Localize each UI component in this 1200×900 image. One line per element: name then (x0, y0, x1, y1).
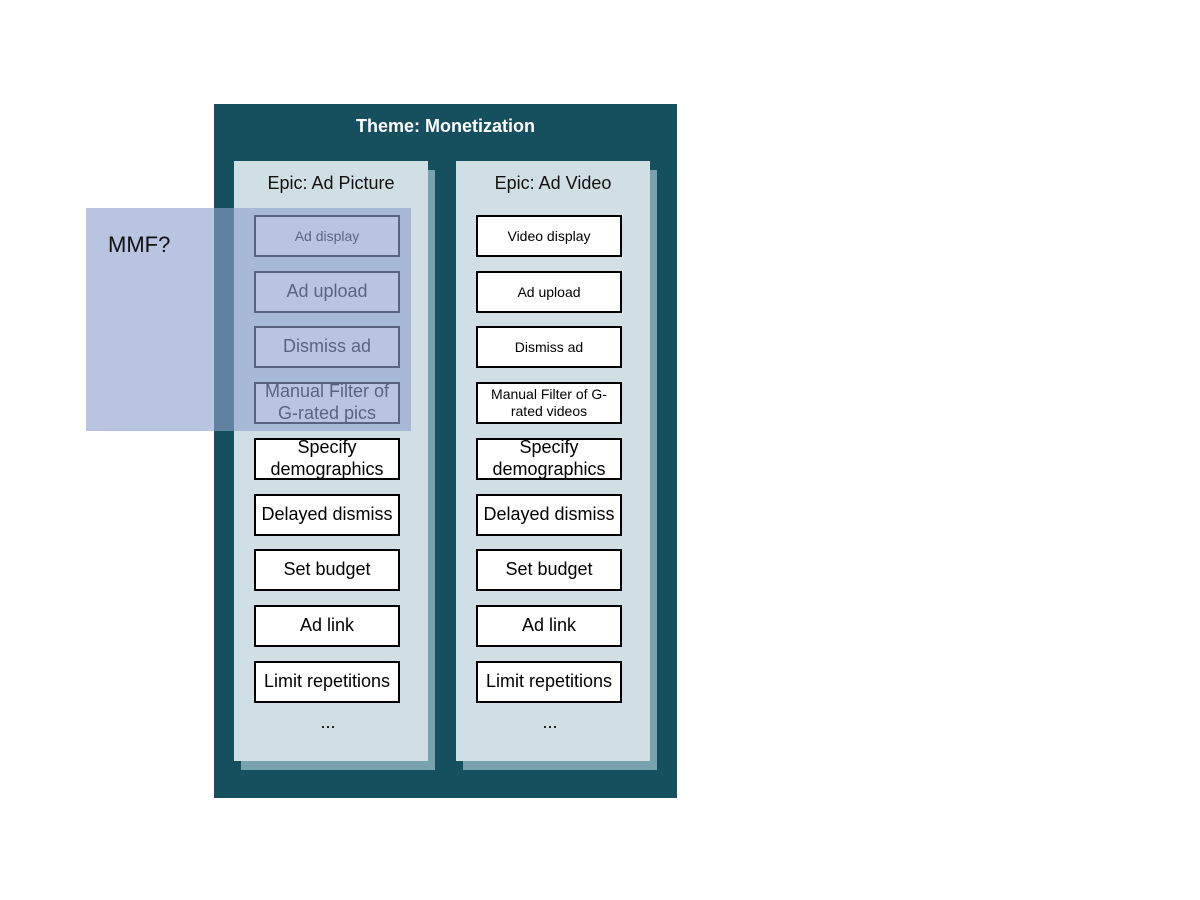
story-card: Ad link (254, 605, 400, 647)
story-card: Ad link (476, 605, 622, 647)
story-card: Ad upload (476, 271, 622, 313)
story-card: Delayed dismiss (476, 494, 622, 536)
story-card: Set budget (476, 549, 622, 591)
more-stories-indicator: ... (542, 712, 558, 732)
theme-title: Theme: Monetization (356, 116, 535, 136)
story-card: Set budget (254, 549, 400, 591)
mmf-label: MMF? (108, 232, 171, 257)
epic-title: Epic: Ad Picture (267, 173, 395, 193)
story-card: Manual Filter of G-rated videos (476, 382, 622, 424)
story-card: Dismiss ad (476, 326, 622, 368)
story-card: Specify demographics (476, 437, 622, 480)
story-card: Limit repetitions (254, 661, 400, 703)
story-card: Limit repetitions (476, 661, 622, 703)
story-card: Delayed dismiss (254, 494, 400, 536)
story-card: Specify demographics (254, 437, 400, 480)
more-stories-indicator: ... (320, 712, 336, 732)
story-card: Video display (476, 215, 622, 257)
epic-title: Epic: Ad Video (494, 173, 612, 193)
